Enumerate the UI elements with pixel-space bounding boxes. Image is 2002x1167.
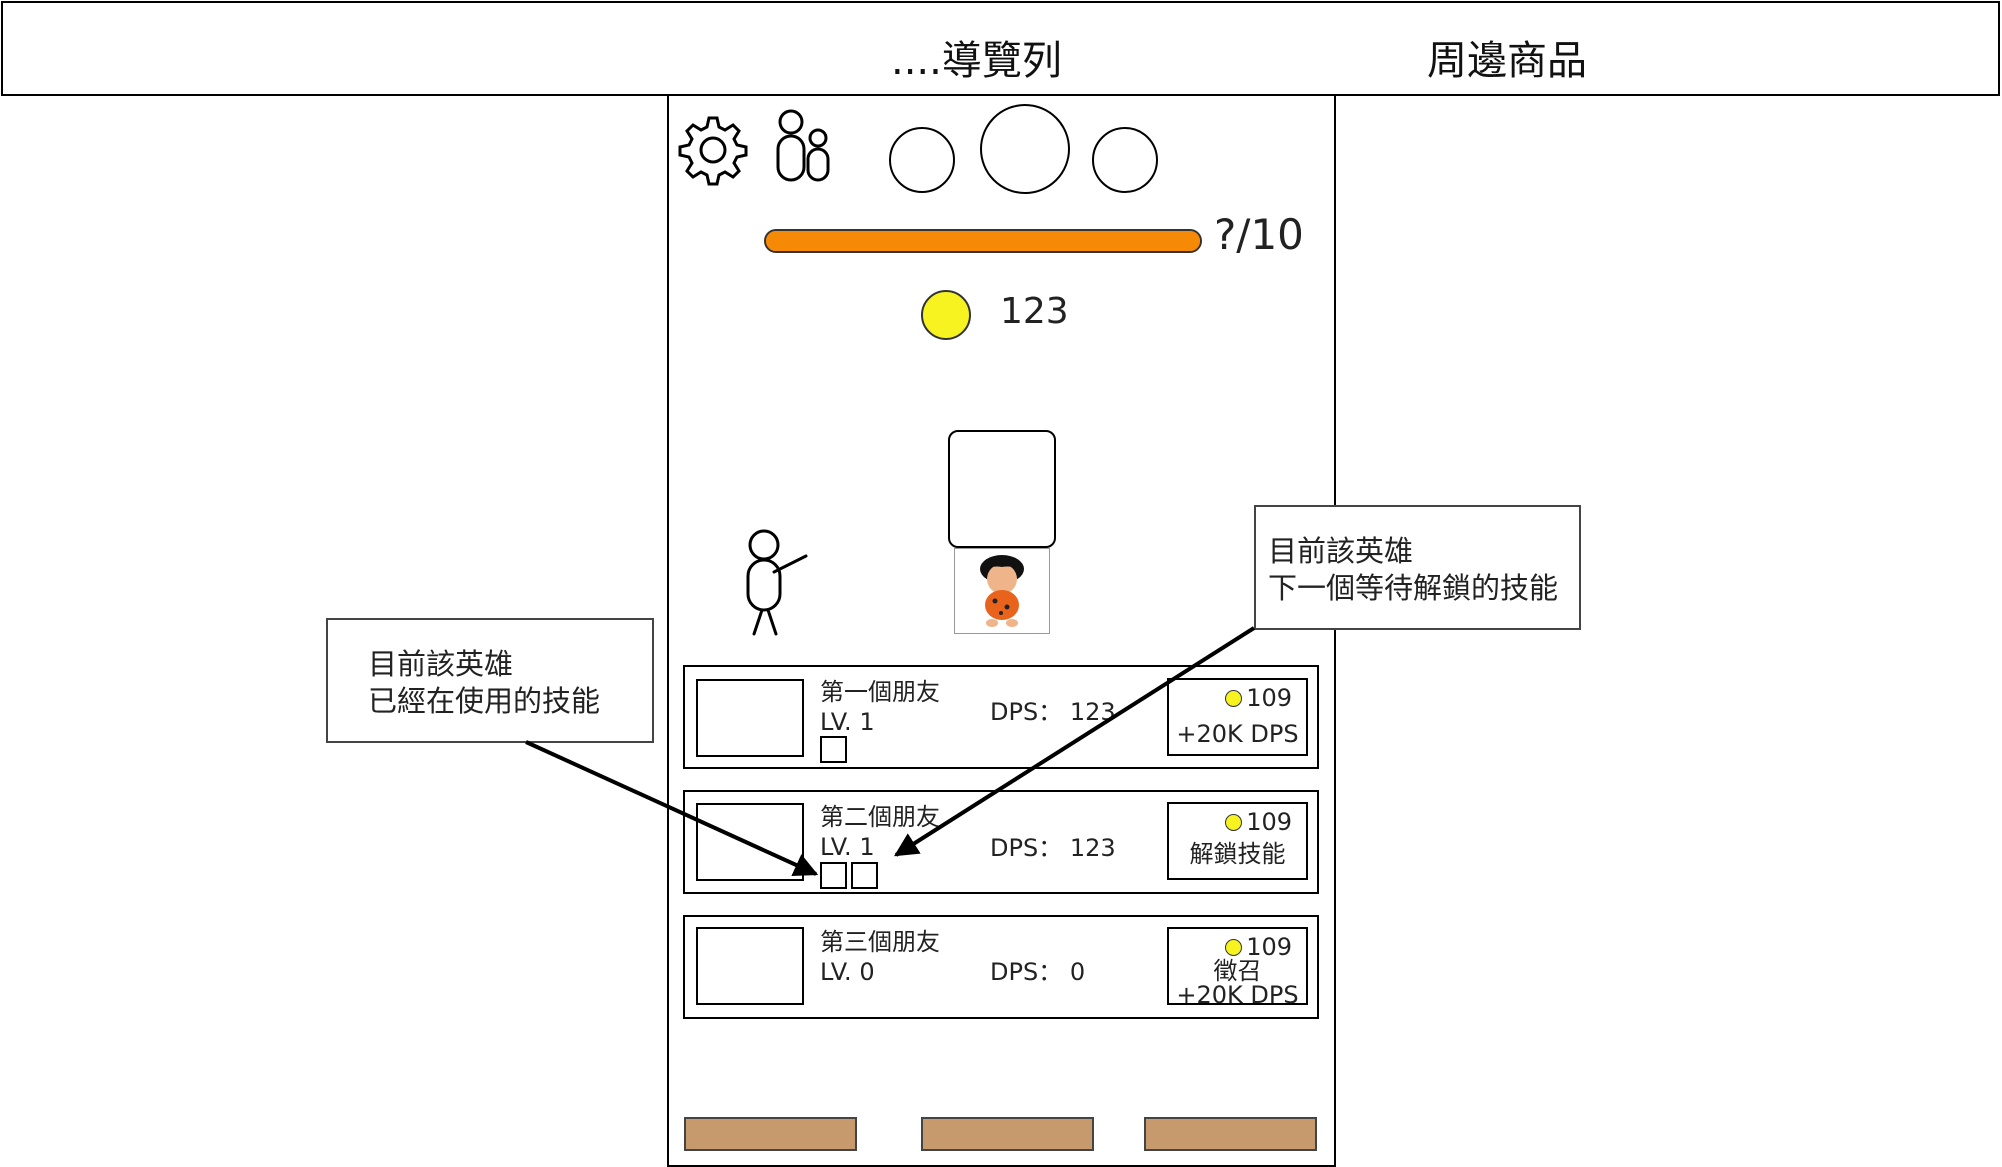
player-stick-figure [746, 529, 808, 636]
caveman-icon [980, 555, 1024, 627]
nav-merch-link[interactable]: 周邊商品 [1427, 41, 1587, 81]
gear-icon[interactable] [677, 114, 749, 186]
bottom-button-center[interactable] [921, 1117, 1094, 1151]
annotation-line: 目前該英雄 [368, 647, 514, 681]
price-row: 109 [1225, 810, 1292, 834]
skill-slot-locked[interactable] [851, 862, 878, 889]
annotation-active-skill: 目前該英雄 已經在使用的技能 [326, 618, 654, 743]
enemy-box[interactable] [948, 430, 1056, 548]
bottom-button-left[interactable] [684, 1117, 857, 1151]
people-icon[interactable] [771, 108, 833, 184]
skill-slot-active[interactable] [820, 862, 847, 889]
hero-level: LV. 0 [820, 958, 875, 986]
hero-dps: DPS： 123 [990, 834, 1116, 862]
recruit-dps-label: +20K DPS [1176, 981, 1299, 1009]
price-row: 109 [1225, 935, 1292, 959]
annotation-next-skill: 目前該英雄 下一個等待解鎖的技能 [1254, 505, 1581, 630]
coin-icon [1225, 813, 1243, 831]
hero-portrait [696, 679, 804, 757]
annotation-line: 下一個等待解鎖的技能 [1268, 571, 1559, 605]
coin-amount: 123 [1000, 291, 1069, 332]
hero-name: 第三個朋友 [820, 928, 940, 956]
slot-circle-right[interactable] [1092, 127, 1158, 193]
hero-name: 第一個朋友 [820, 678, 940, 706]
unlock-skill-button[interactable]: 109 解鎖技能 [1167, 802, 1308, 880]
hero-dps: DPS： 123 [990, 698, 1116, 726]
coin-icon [921, 290, 971, 340]
coin-icon [1225, 689, 1243, 707]
hero-dps: DPS： 0 [990, 958, 1086, 986]
price-value: 109 [1246, 933, 1292, 961]
coin-icon [1225, 938, 1243, 956]
upgrade-label: +20K DPS [1176, 720, 1299, 748]
recruit-label: 徵召 [1213, 957, 1262, 985]
hero-portrait [696, 803, 804, 881]
price-value: 109 [1246, 808, 1292, 836]
skill-slot-active[interactable] [820, 736, 847, 763]
navigation-bar: ....導覽列 周邊商品 [1, 1, 2000, 96]
recruit-button[interactable]: 109 徵召 +20K DPS [1167, 927, 1308, 1009]
stage-progress-fill [766, 231, 1200, 251]
stage-progress-bar [764, 229, 1202, 253]
slot-circle-center[interactable] [980, 104, 1070, 194]
hero-name: 第二個朋友 [820, 803, 940, 831]
price-row: 109 [1225, 686, 1292, 710]
hero-portrait [696, 927, 804, 1005]
nav-menu-link[interactable]: ....導覽列 [891, 41, 1062, 81]
annotation-line: 已經在使用的技能 [368, 684, 601, 718]
price-value: 109 [1246, 684, 1292, 712]
unlock-skill-label: 解鎖技能 [1189, 840, 1286, 868]
slot-circle-left[interactable] [889, 127, 955, 193]
annotation-line: 目前該英雄 [1268, 534, 1414, 568]
hero-level: LV. 1 [820, 833, 875, 861]
upgrade-button[interactable]: 109 +20K DPS [1167, 678, 1308, 756]
hero-sprite [954, 548, 1050, 634]
hero-level: LV. 1 [820, 708, 875, 736]
bottom-button-right[interactable] [1144, 1117, 1317, 1151]
stage-progress-text: ?/10 [1214, 210, 1304, 259]
